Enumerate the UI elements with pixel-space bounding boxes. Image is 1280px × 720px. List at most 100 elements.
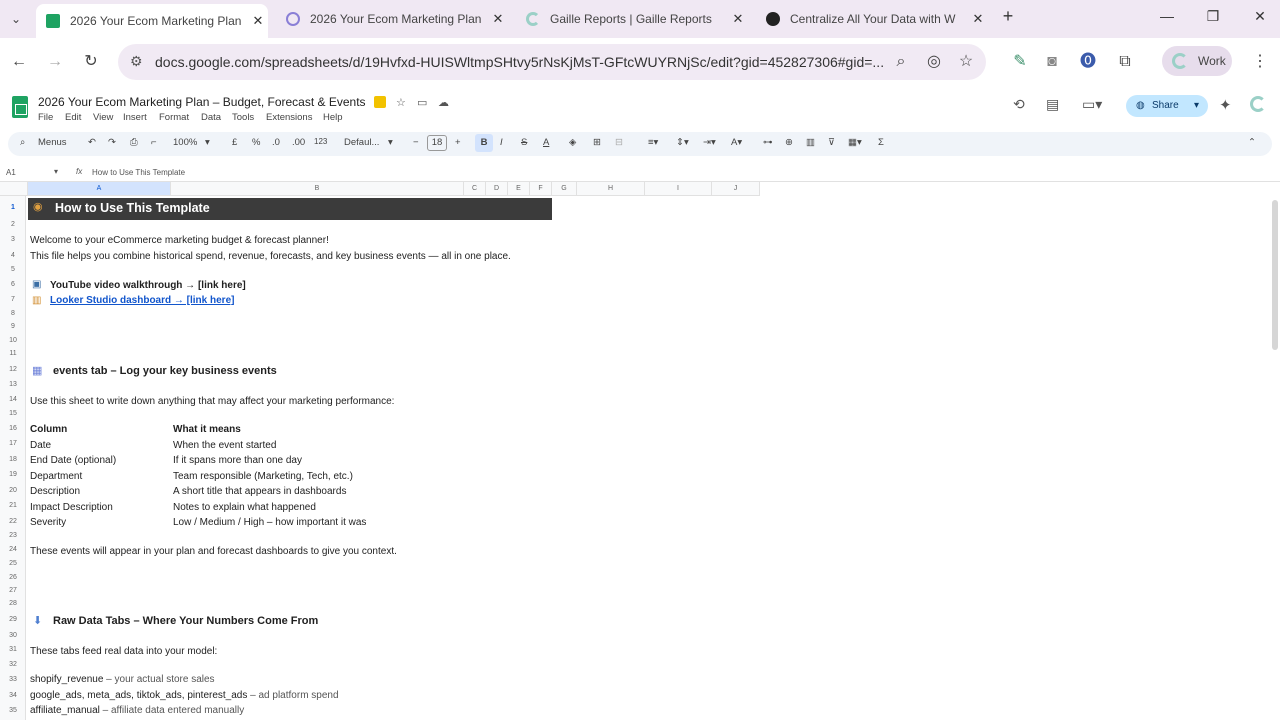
sheet-title-cell[interactable]: How to Use This Template — [55, 201, 210, 215]
row-header[interactable]: 28 — [0, 600, 26, 607]
corner-header[interactable] — [0, 182, 28, 196]
menu-file[interactable]: File — [38, 112, 53, 123]
menu-extensions[interactable]: Extensions — [266, 112, 312, 123]
forward-icon[interactable]: → — [45, 52, 65, 72]
row-header[interactable]: 35 — [0, 707, 26, 714]
vertical-scrollbar[interactable] — [1272, 200, 1278, 350]
row-header[interactable]: 1 — [0, 204, 26, 211]
intro-cell[interactable]: This file helps you combine historical s… — [30, 251, 511, 262]
lens-icon[interactable]: ◎ — [924, 52, 944, 72]
event-column-name-cell[interactable]: Department — [30, 471, 82, 482]
sheets-logo-icon[interactable] — [12, 96, 28, 118]
event-column-meaning-cell[interactable]: Team responsible (Marketing, Tech, etc.) — [173, 471, 353, 482]
event-column-name-cell[interactable]: Impact Description — [30, 502, 113, 513]
name-box-dropdown-icon[interactable]: ▾ — [54, 167, 58, 176]
browser-tab-2[interactable]: 2026 Your Ecom Marketing Plan ✕ — [276, 4, 508, 34]
text-wrap-icon[interactable]: ⇥▾ — [703, 137, 716, 148]
move-folder-icon[interactable]: ▭ — [417, 96, 427, 109]
event-column-name-cell[interactable]: Severity — [30, 517, 66, 528]
profile-button[interactable]: Work — [1162, 46, 1232, 76]
document-title[interactable]: 2026 Your Ecom Marketing Plan – Budget, … — [38, 95, 366, 109]
column-header-b[interactable]: B — [171, 182, 464, 196]
undo-icon[interactable]: ↶ — [88, 137, 96, 148]
font-dropdown-icon[interactable]: ▾ — [388, 137, 393, 148]
collapse-toolbar-icon[interactable]: ⌃ — [1248, 137, 1256, 148]
horizontal-align-icon[interactable]: ≡▾ — [648, 137, 658, 148]
text-color-icon[interactable]: A — [543, 137, 549, 148]
menu-view[interactable]: View — [93, 112, 113, 123]
row-header[interactable]: 32 — [0, 661, 26, 668]
zoom-dropdown-icon[interactable]: ▾ — [205, 137, 210, 148]
gemini-icon[interactable]: ✦ — [1219, 96, 1232, 114]
event-column-meaning-cell[interactable]: A short title that appears in dashboards — [173, 486, 346, 497]
font-size-input[interactable]: 18 — [427, 135, 447, 151]
share-dropdown-icon[interactable]: ▾ — [1194, 95, 1199, 117]
fill-color-icon[interactable]: ◈ — [569, 137, 576, 148]
menu-format[interactable]: Format — [159, 112, 189, 123]
close-tab-icon[interactable]: ✕ — [968, 11, 988, 27]
print-icon[interactable]: ⎙ — [130, 137, 138, 148]
filter-icon[interactable]: ⊽ — [828, 137, 835, 148]
menu-help[interactable]: Help — [323, 112, 343, 123]
row-header[interactable]: 25 — [0, 560, 26, 567]
row-header[interactable]: 7 — [0, 296, 26, 303]
currency-format[interactable]: £ — [232, 137, 237, 148]
increase-decimal[interactable]: .00 — [292, 137, 305, 148]
paint-format-icon[interactable]: ⌐ — [151, 137, 157, 148]
raw-item-row[interactable]: affiliate_manual – affiliate data entere… — [30, 705, 244, 716]
borders-icon[interactable]: ⊞ — [593, 137, 601, 148]
row-header[interactable]: 6 — [0, 281, 26, 288]
strikethrough-icon[interactable]: S — [521, 137, 527, 148]
search-menus-label[interactable]: Menus — [38, 137, 67, 148]
restore-icon[interactable]: ❐ — [1203, 8, 1223, 25]
tab-search-icon[interactable]: ⌄ — [6, 9, 26, 29]
youtube-link-cell[interactable]: YouTube video walkthrough → [link here] — [50, 280, 246, 291]
row-header[interactable]: 33 — [0, 676, 26, 683]
row-header[interactable]: 16 — [0, 425, 26, 432]
text-rotation-icon[interactable]: A▾ — [731, 137, 742, 148]
extensions-icon[interactable]: ⧉ — [1115, 52, 1135, 72]
event-column-name-cell[interactable]: End Date (optional) — [30, 455, 116, 466]
row-header[interactable]: 20 — [0, 487, 26, 494]
decrease-decimal[interactable]: .0 — [272, 137, 280, 148]
row-header[interactable]: 27 — [0, 587, 26, 594]
row-header[interactable]: 9 — [0, 323, 26, 330]
menu-insert[interactable]: Insert — [123, 112, 147, 123]
row-header[interactable]: 31 — [0, 646, 26, 653]
new-tab-icon[interactable]: + — [998, 6, 1018, 27]
row-header[interactable]: 13 — [0, 381, 26, 388]
star-icon[interactable]: ☆ — [396, 96, 406, 109]
menu-edit[interactable]: Edit — [65, 112, 81, 123]
addon-icon[interactable] — [1250, 96, 1266, 112]
row-header[interactable]: 30 — [0, 632, 26, 639]
row-header[interactable]: 34 — [0, 692, 26, 699]
more-menu-icon[interactable]: ⋮ — [1250, 52, 1270, 72]
browser-tab-1[interactable]: 2026 Your Ecom Marketing Plan ✕ — [36, 4, 268, 38]
insert-comment-icon[interactable]: ⊕ — [785, 137, 793, 148]
row-header[interactable]: 11 — [0, 350, 26, 357]
raw-item-row[interactable]: google_ads, meta_ads, tiktok_ads, pinter… — [30, 690, 339, 701]
minimize-icon[interactable]: — — [1157, 8, 1177, 24]
row-header[interactable]: 15 — [0, 410, 26, 417]
column-header-i[interactable]: I — [645, 182, 712, 196]
welcome-cell[interactable]: Welcome to your eCommerce marketing budg… — [30, 235, 329, 246]
functions-icon[interactable]: Σ — [878, 137, 884, 148]
font-select[interactable]: Defaul... — [344, 137, 379, 148]
column-header-h[interactable]: H — [577, 182, 645, 196]
row-header[interactable]: 22 — [0, 518, 26, 525]
column-header-e[interactable]: E — [508, 182, 530, 196]
close-tab-icon[interactable]: ✕ — [248, 13, 268, 29]
row-header[interactable]: 2 — [0, 221, 26, 228]
column-header-f[interactable]: F — [530, 182, 552, 196]
menu-data[interactable]: Data — [201, 112, 221, 123]
event-column-meaning-cell[interactable]: Notes to explain what happened — [173, 502, 316, 513]
search-menus-icon[interactable]: ⌕ — [20, 137, 25, 148]
row-header[interactable]: 3 — [0, 236, 26, 243]
zoom-select[interactable]: 100% — [173, 137, 197, 148]
reload-icon[interactable]: ↻ — [81, 52, 101, 72]
increase-font-size-icon[interactable]: + — [455, 137, 461, 148]
events-heading-cell[interactable]: events tab – Log your key business event… — [53, 365, 277, 377]
row-header[interactable]: 17 — [0, 440, 26, 447]
close-tab-icon[interactable]: ✕ — [488, 11, 508, 27]
events-intro-cell[interactable]: Use this sheet to write down anything th… — [30, 396, 394, 407]
